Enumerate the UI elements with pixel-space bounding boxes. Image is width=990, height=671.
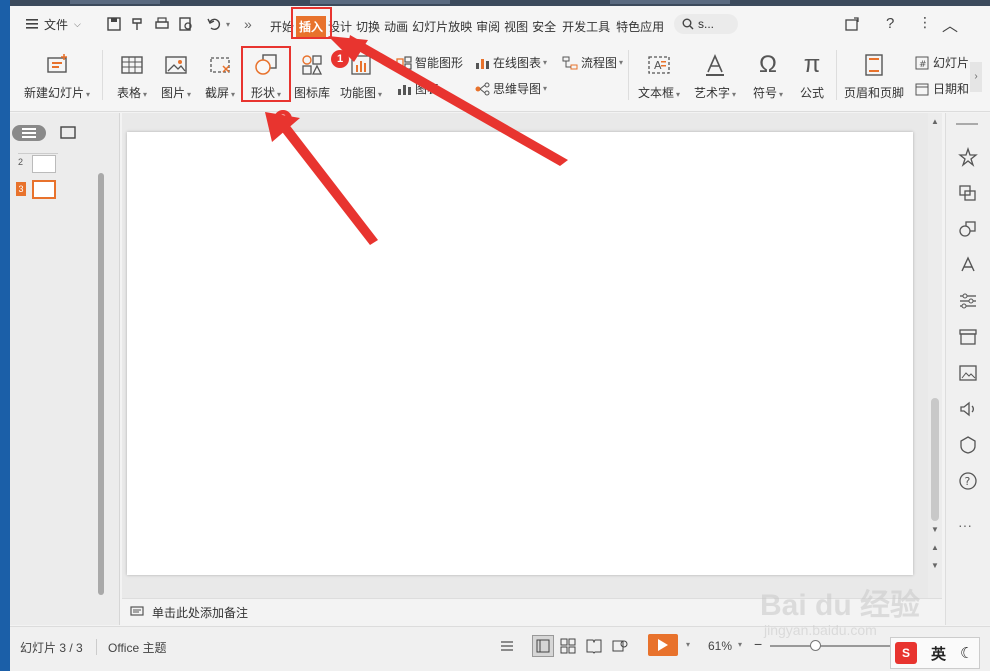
annotation-arrows — [265, 35, 568, 245]
wps-presentation-window: 文件 ⌵ ▾ » 开始 插入 设计 切换 动画 幻灯片放映 审阅 视图 安全 开… — [10, 0, 990, 671]
